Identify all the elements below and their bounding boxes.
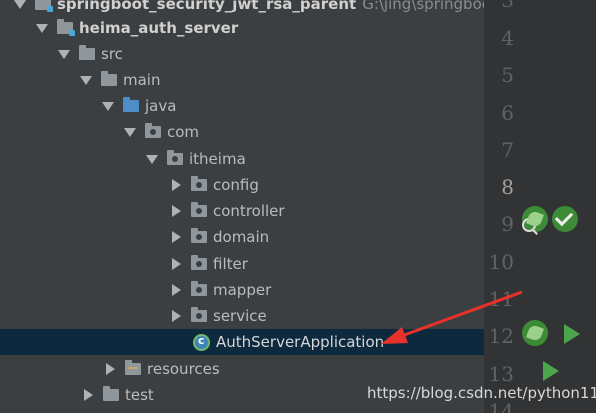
src-label: src bbox=[101, 45, 123, 63]
tree-item-main[interactable]: main bbox=[0, 67, 484, 93]
watermark-url: https://blog.csdn.net/python113 bbox=[367, 384, 596, 402]
collapse-arrow-icon[interactable] bbox=[172, 231, 181, 243]
expand-arrow-icon[interactable] bbox=[124, 127, 136, 137]
tree-item-itheima[interactable]: itheima bbox=[0, 146, 484, 172]
source-folder-icon bbox=[123, 97, 139, 112]
expand-arrow-icon[interactable] bbox=[146, 154, 158, 164]
package-icon bbox=[191, 255, 207, 270]
tree-item-package[interactable]: domain bbox=[0, 224, 484, 250]
itheima-label: itheima bbox=[189, 150, 246, 168]
package-icon bbox=[145, 123, 161, 138]
package-label: filter bbox=[213, 255, 248, 273]
editor-gutter: 3 4 5 6 7 8 9 10 11 12 13 14 bbox=[484, 0, 596, 413]
java-label: java bbox=[145, 97, 177, 115]
search-icon bbox=[522, 218, 536, 232]
spring-boot-class-icon bbox=[193, 333, 210, 351]
package-icon bbox=[191, 202, 207, 217]
line-number: 4 bbox=[501, 26, 514, 50]
test-label: test bbox=[125, 386, 154, 404]
package-label: mapper bbox=[213, 281, 272, 299]
run-icon[interactable] bbox=[543, 361, 559, 381]
package-icon bbox=[191, 307, 207, 322]
tree-item-package[interactable]: service bbox=[0, 303, 484, 329]
collapse-arrow-icon[interactable] bbox=[172, 284, 181, 296]
package-icon bbox=[191, 176, 207, 191]
resources-folder-icon bbox=[125, 360, 141, 375]
tree-item-package[interactable]: filter bbox=[0, 251, 484, 277]
collapse-arrow-icon[interactable] bbox=[172, 258, 181, 270]
package-label: config bbox=[213, 176, 259, 194]
folder-icon bbox=[79, 45, 95, 60]
project-tree: springboot_security_jwt_rsa_parent G:\ji… bbox=[0, 0, 484, 413]
line-number: 9 bbox=[501, 212, 514, 236]
tree-item-resources[interactable]: resources bbox=[0, 356, 484, 382]
line-number: 12 bbox=[488, 324, 514, 348]
tree-item-module[interactable]: heima_auth_server bbox=[0, 15, 484, 41]
project-root-label: springboot_security_jwt_rsa_parent bbox=[57, 0, 357, 13]
run-icon[interactable] bbox=[564, 324, 580, 344]
tree-item-package[interactable]: controller bbox=[0, 198, 484, 224]
collapse-arrow-icon[interactable] bbox=[84, 389, 93, 401]
main-label: main bbox=[123, 71, 161, 89]
expand-arrow-icon[interactable] bbox=[80, 75, 92, 85]
line-number: 3 bbox=[501, 0, 514, 12]
collapse-arrow-icon[interactable] bbox=[172, 205, 181, 217]
line-number: 6 bbox=[501, 101, 514, 125]
package-label: service bbox=[213, 307, 267, 325]
folder-icon bbox=[101, 71, 117, 86]
tree-item-java[interactable]: java bbox=[0, 93, 484, 119]
tree-item-selected-class[interactable]: AuthServerApplication bbox=[0, 329, 484, 355]
package-icon bbox=[191, 281, 207, 296]
folder-icon bbox=[103, 386, 119, 401]
line-number: 7 bbox=[501, 138, 514, 162]
line-number: 13 bbox=[488, 362, 514, 386]
tree-item-package[interactable]: config bbox=[0, 172, 484, 198]
package-label: domain bbox=[213, 228, 270, 246]
expand-arrow-icon[interactable] bbox=[58, 49, 70, 59]
com-label: com bbox=[167, 123, 200, 141]
line-number: 5 bbox=[501, 63, 514, 87]
project-root-path: G:\jing\springboot_s bbox=[362, 0, 484, 13]
tree-item-com[interactable]: com bbox=[0, 119, 484, 145]
package-label: controller bbox=[213, 202, 285, 220]
line-number: 10 bbox=[488, 250, 514, 274]
line-number: 11 bbox=[488, 287, 514, 311]
expand-arrow-icon[interactable] bbox=[14, 0, 26, 9]
spring-check-icon[interactable] bbox=[552, 206, 578, 232]
spring-boot-app-icon[interactable] bbox=[522, 320, 548, 346]
package-icon bbox=[191, 228, 207, 243]
collapse-arrow-icon[interactable] bbox=[172, 179, 181, 191]
resources-label: resources bbox=[147, 360, 220, 378]
tree-item-src[interactable]: src bbox=[0, 41, 484, 67]
ide-window: springboot_security_jwt_rsa_parent G:\ji… bbox=[0, 0, 596, 413]
tree-item-package[interactable]: mapper bbox=[0, 277, 484, 303]
spring-bean-icon[interactable] bbox=[522, 206, 548, 232]
module-label: heima_auth_server bbox=[79, 19, 239, 37]
expand-arrow-icon[interactable] bbox=[102, 101, 114, 111]
package-icon bbox=[167, 150, 183, 165]
class-label: AuthServerApplication bbox=[216, 333, 385, 351]
collapse-arrow-icon[interactable] bbox=[106, 363, 115, 375]
module-folder-icon bbox=[35, 0, 53, 12]
collapse-arrow-icon[interactable] bbox=[172, 310, 181, 322]
module-folder-icon bbox=[57, 19, 75, 36]
expand-arrow-icon[interactable] bbox=[36, 23, 48, 33]
line-number: 8 bbox=[501, 175, 514, 199]
